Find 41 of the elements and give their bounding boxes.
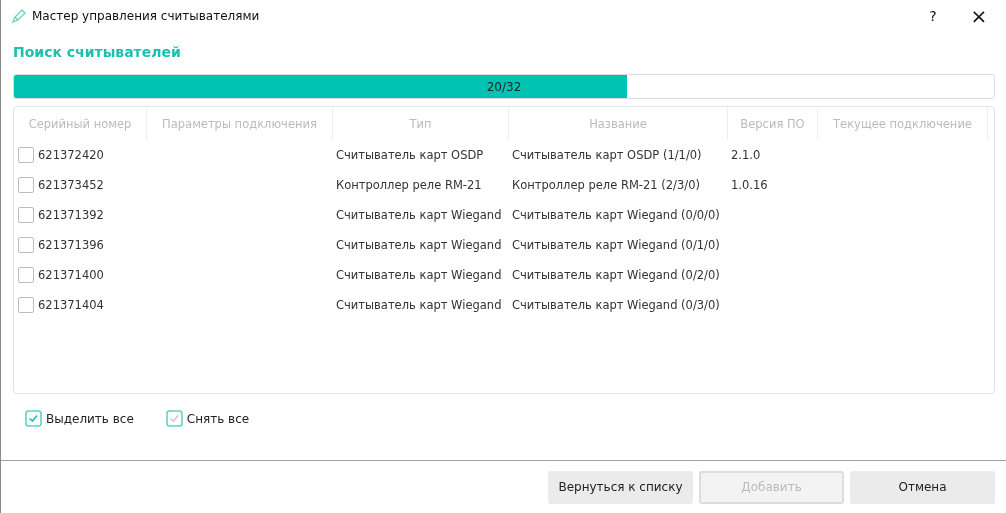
dialog-button[interactable]: Отмена (850, 470, 995, 504)
help-button[interactable]: ? (910, 0, 956, 32)
column-header[interactable]: Версия ПО (740, 116, 805, 131)
section-heading: Поиск считывателей (13, 44, 182, 60)
table-cell: Считыватель карт Wiegand (0/2/0) (512, 268, 720, 282)
table-cell: Контроллер реле RM-21 (2/3/0) (512, 178, 700, 192)
row-checkbox[interactable] (18, 207, 34, 223)
row-checkbox[interactable] (18, 237, 34, 253)
table-cell: 2.1.0 (731, 148, 761, 162)
table-cell: Считыватель карт Wiegand (0/1/0) (512, 238, 720, 252)
column-header[interactable]: Текущее подключение (833, 116, 972, 131)
close-button[interactable]: × (956, 0, 1002, 32)
table-cell: Считыватель карт Wiegand (336, 268, 502, 282)
pencil-icon (11, 8, 27, 24)
row-checkbox[interactable] (18, 147, 34, 163)
column-header[interactable]: Параметры подключения (162, 116, 317, 131)
table-cell: Считыватель карт Wiegand (0/3/0) (512, 298, 720, 312)
dialog-button[interactable]: Вернуться к списку (548, 470, 693, 504)
row-checkbox[interactable] (18, 297, 34, 313)
table-cell: 621371392 (38, 208, 104, 222)
table-cell: Считыватель карт OSDP (336, 148, 484, 162)
bulk-select-button[interactable]: Выделить все (46, 411, 134, 426)
column-header[interactable]: Серийный номер (28, 116, 132, 131)
table-cell: Считыватель карт Wiegand (336, 298, 502, 312)
table-cell: 621371404 (38, 298, 104, 312)
progress-label: 20/32 (486, 79, 522, 94)
table-cell: Контроллер реле RM-21 (336, 178, 482, 192)
table-cell: 1.0.16 (731, 178, 768, 192)
table-cell: Считыватель карт OSDP (1/1/0) (512, 148, 702, 162)
window-title: Мастер управления считывателями (32, 9, 260, 23)
table-cell: 621372420 (38, 148, 104, 162)
table-cell: Считыватель карт Wiegand (0/0/0) (512, 208, 720, 222)
table-cell: 621371400 (38, 268, 104, 282)
column-header[interactable]: Тип (409, 116, 432, 131)
table-cell: Считыватель карт Wiegand (336, 208, 502, 222)
table-cell: Считыватель карт Wiegand (336, 238, 502, 252)
row-checkbox[interactable] (18, 267, 34, 283)
table-cell: 621371396 (38, 238, 104, 252)
column-header[interactable]: Название (589, 116, 647, 131)
table-cell: 621373452 (38, 178, 104, 192)
row-checkbox[interactable] (18, 177, 34, 193)
